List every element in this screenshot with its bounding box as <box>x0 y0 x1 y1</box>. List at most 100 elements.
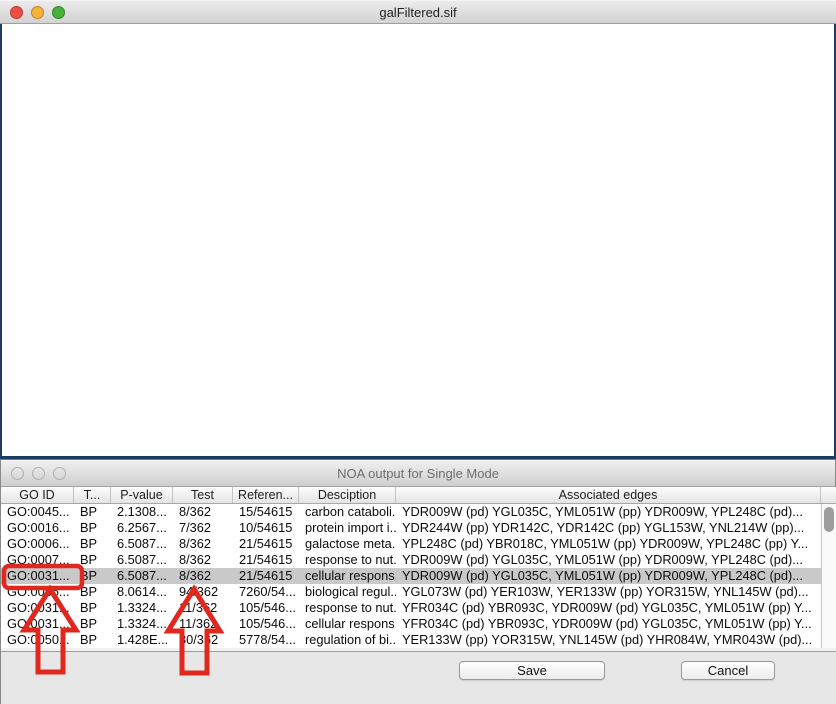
table-row[interactable]: GO:0031...BP1.3324...11/362105/546...res… <box>1 600 821 616</box>
table-header: GO IDT...P-valueTestReferen...Desciption… <box>1 487 836 504</box>
table-cell: 8/362 <box>173 568 233 584</box>
network-window-title: galFiltered.sif <box>0 5 836 20</box>
table-cell: BP <box>74 616 111 632</box>
table-cell: 11/362 <box>173 616 233 632</box>
table-row[interactable]: GO:0016...BP6.2567...7/36210/54615protei… <box>1 520 821 536</box>
table-cell: 6.5087... <box>111 568 173 584</box>
column-header-2[interactable]: P-value <box>111 487 173 503</box>
table-cell: regulation of bi... <box>299 632 396 648</box>
table-row[interactable]: GO:0031...BP6.5087...8/36221/54615cellul… <box>1 568 821 584</box>
table-cell: 105/546... <box>233 600 299 616</box>
column-header-0[interactable]: GO ID <box>1 487 74 503</box>
table-cell: 1.3324... <box>111 616 173 632</box>
table-cell: GO:0031... <box>1 568 74 584</box>
table-cell: YDR009W (pd) YGL035C, YML051W (pp) YDR00… <box>396 504 821 520</box>
noa-window-titlebar[interactable]: NOA output for Single Mode <box>1 460 835 487</box>
table-cell: YER133W (pp) YOR315W, YNL145W (pd) YHR08… <box>396 632 821 648</box>
table-cell: cellular respons... <box>299 568 396 584</box>
window-controls <box>10 1 65 23</box>
minimize-button[interactable] <box>31 6 44 19</box>
table-cell: 80/362 <box>173 632 233 648</box>
column-header-1[interactable]: T... <box>74 487 111 503</box>
table-cell: YDR009W (pd) YGL035C, YML051W (pp) YDR00… <box>396 568 821 584</box>
table-cell: 7260/54... <box>233 584 299 600</box>
table-cell: 8.0614... <box>111 584 173 600</box>
noa-output-window: NOA output for Single Mode GO IDT...P-va… <box>0 460 836 704</box>
table-cell: BP <box>74 520 111 536</box>
column-header-4[interactable]: Referen... <box>233 487 299 503</box>
table-cell: 8/362 <box>173 552 233 568</box>
table-cell: 6.5087... <box>111 552 173 568</box>
table-cell: 6.5087... <box>111 536 173 552</box>
zoom-button[interactable] <box>52 6 65 19</box>
table-cell: 94/362 <box>173 584 233 600</box>
save-button[interactable]: Save <box>459 661 605 680</box>
table-cell: 8/362 <box>173 536 233 552</box>
scrollbar-thumb[interactable] <box>824 507 834 532</box>
table-cell: GO:0007... <box>1 552 74 568</box>
table-scrollbar[interactable] <box>821 504 836 648</box>
column-header-5[interactable]: Desciption <box>299 487 396 503</box>
table-cell: 11/362 <box>173 600 233 616</box>
table-cell: 7/362 <box>173 520 233 536</box>
noa-window-controls <box>11 461 66 486</box>
table-cell: BP <box>74 632 111 648</box>
table-cell: GO:0031... <box>1 600 74 616</box>
table-cell: BP <box>74 600 111 616</box>
table-cell: biological regul... <box>299 584 396 600</box>
noa-window-title: NOA output for Single Mode <box>1 466 835 481</box>
network-window-titlebar[interactable]: galFiltered.sif <box>0 0 836 24</box>
table-cell: 105/546... <box>233 616 299 632</box>
table-row[interactable]: GO:0065...BP8.0614...94/3627260/54...bio… <box>1 584 821 600</box>
table-cell: 6.2567... <box>111 520 173 536</box>
screen: RPL18BRPS24APDC1GDS1PDC5DMC1MIG1SUC2SLM1… <box>0 0 836 704</box>
table-cell: 5778/54... <box>233 632 299 648</box>
table-cell: BP <box>74 552 111 568</box>
table-cell: GO:0006... <box>1 536 74 552</box>
table-row[interactable]: GO:0006...BP6.5087...8/36221/54615galact… <box>1 536 821 552</box>
table-cell: YPL248C (pd) YBR018C, YML051W (pp) YDR00… <box>396 536 821 552</box>
table-cell: GO:0050... <box>1 632 74 648</box>
table-cell: cellular respons... <box>299 616 396 632</box>
table-cell: BP <box>74 504 111 520</box>
table-cell: YFR034C (pd) YBR093C, YDR009W (pd) YGL03… <box>396 616 821 632</box>
table-cell: YDR244W (pp) YDR142C, YDR142C (pp) YGL15… <box>396 520 821 536</box>
table-cell: 8/362 <box>173 504 233 520</box>
table-cell: protein import i... <box>299 520 396 536</box>
minimize-button-inactive[interactable] <box>32 467 45 480</box>
close-button-inactive[interactable] <box>11 467 24 480</box>
table-cell: 21/54615 <box>233 568 299 584</box>
go-term-table[interactable]: GO:0045...BP2.1308...8/36215/54615carbon… <box>1 504 821 648</box>
table-cell: 1.3324... <box>111 600 173 616</box>
table-cell: carbon cataboli... <box>299 504 396 520</box>
table-row[interactable]: GO:0007...BP6.5087...8/36221/54615respon… <box>1 552 821 568</box>
table-cell: 2.1308... <box>111 504 173 520</box>
table-cell: response to nut... <box>299 552 396 568</box>
table-cell: 1.428E... <box>111 632 173 648</box>
cancel-button[interactable]: Cancel <box>681 661 775 680</box>
network-view-frame <box>0 24 836 456</box>
table-cell: BP <box>74 536 111 552</box>
table-cell: GO:0016... <box>1 520 74 536</box>
table-cell: galactose meta... <box>299 536 396 552</box>
table-cell: GO:0031... <box>1 616 74 632</box>
button-panel: Save Cancel <box>1 652 836 704</box>
table-cell: BP <box>74 584 111 600</box>
table-cell: 15/54615 <box>233 504 299 520</box>
table-cell: YGL073W (pd) YER103W, YER133W (pp) YOR31… <box>396 584 821 600</box>
zoom-button-inactive[interactable] <box>53 467 66 480</box>
close-button[interactable] <box>10 6 23 19</box>
network-window: RPL18BRPS24APDC1GDS1PDC5DMC1MIG1SUC2SLM1… <box>0 0 836 460</box>
column-header-3[interactable]: Test <box>173 487 233 503</box>
table-cell: BP <box>74 568 111 584</box>
table-cell: GO:0045... <box>1 504 74 520</box>
table-cell: YFR034C (pd) YBR093C, YDR009W (pd) YGL03… <box>396 600 821 616</box>
table-row[interactable]: GO:0045...BP2.1308...8/36215/54615carbon… <box>1 504 821 520</box>
table-cell: 21/54615 <box>233 536 299 552</box>
table-cell: GO:0065... <box>1 584 74 600</box>
table-cell: 10/54615 <box>233 520 299 536</box>
table-row[interactable]: GO:0050...BP1.428E...80/3625778/54...reg… <box>1 632 821 648</box>
table-cell: 21/54615 <box>233 552 299 568</box>
table-row[interactable]: GO:0031...BP1.3324...11/362105/546...cel… <box>1 616 821 632</box>
column-header-6[interactable]: Associated edges <box>396 487 821 503</box>
